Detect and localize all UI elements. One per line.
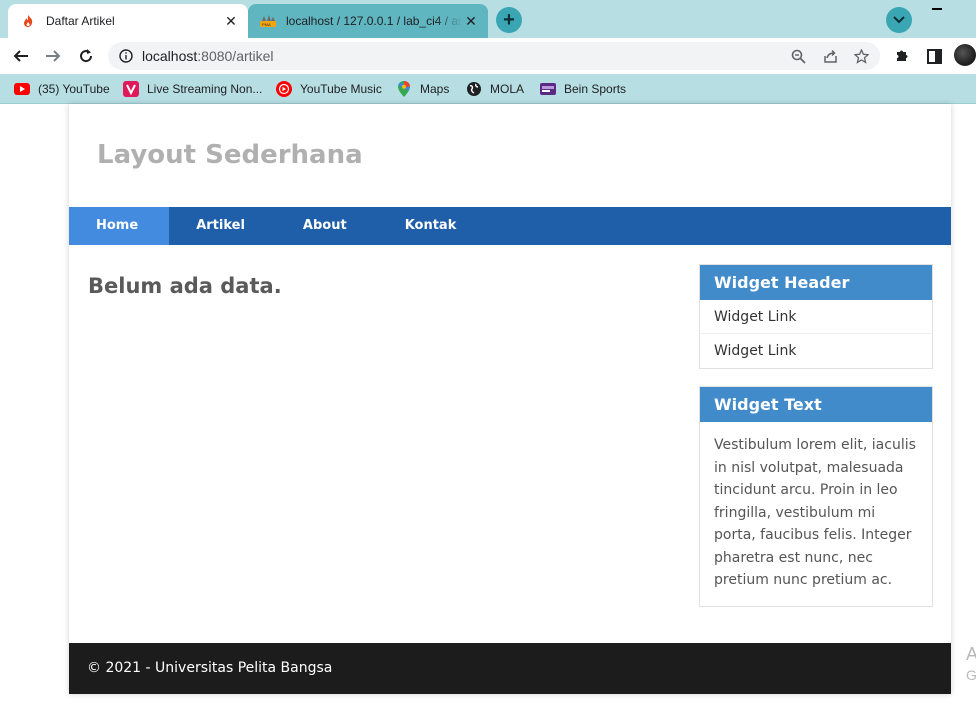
site-footer: © 2021 - Universitas Pelita Bangsa bbox=[69, 643, 951, 694]
profile-avatar[interactable] bbox=[954, 44, 976, 66]
widget-link[interactable]: Widget Link bbox=[700, 300, 932, 334]
page-viewport: Layout Sederhana Home Artikel About Kont… bbox=[0, 104, 976, 703]
forward-button[interactable] bbox=[40, 43, 66, 69]
url-path: :8080/artikel bbox=[197, 48, 274, 64]
codeigniter-flame-icon bbox=[20, 13, 36, 29]
back-button[interactable] bbox=[8, 43, 34, 69]
browser-toolbar: localhost:8080/artikel bbox=[0, 38, 976, 74]
url-host: localhost bbox=[142, 48, 198, 64]
bookmark-youtube-music[interactable]: YouTube Music bbox=[276, 79, 382, 99]
text-widget: Widget Text Vestibulum lorem elit, iacul… bbox=[699, 386, 933, 607]
vidio-icon bbox=[123, 81, 139, 97]
tab-phpmyadmin[interactable]: PMA localhost / 127.0.0.1 / lab_ci4 / ar… bbox=[248, 4, 488, 38]
bookmark-label: MOLA bbox=[490, 82, 525, 96]
side-panel-icon[interactable] bbox=[925, 47, 943, 65]
bookmark-label: (35) YouTube bbox=[38, 82, 110, 96]
reload-button[interactable] bbox=[73, 43, 99, 69]
nav-about-link[interactable]: About bbox=[276, 207, 378, 245]
links-widget: Widget Header Widget Link Widget Link bbox=[699, 264, 933, 369]
arrow-right-icon bbox=[46, 50, 61, 62]
close-tab-icon[interactable]: ✕ bbox=[462, 12, 480, 30]
site-title: Layout Sederhana bbox=[97, 140, 363, 170]
bookmark-youtube[interactable]: (35) YouTube bbox=[14, 79, 110, 99]
bookmarks-bar: (35) YouTube Live Streaming Non... YouTu… bbox=[0, 74, 976, 104]
globe-icon bbox=[466, 81, 482, 97]
chevron-down-icon bbox=[893, 16, 905, 24]
address-url: localhost:8080/artikel bbox=[142, 48, 274, 64]
nav-artikel-link[interactable]: Artikel bbox=[169, 207, 276, 245]
bookmark-live-streaming[interactable]: Live Streaming Non... bbox=[123, 79, 262, 99]
bookmark-label: Maps bbox=[420, 82, 450, 96]
tab-strip: Daftar Artikel ✕ PMA localhost / 127.0.0… bbox=[0, 0, 976, 38]
site-header: Layout Sederhana bbox=[69, 104, 951, 207]
widget-link[interactable]: Widget Link bbox=[700, 334, 932, 368]
bein-sports-icon bbox=[540, 81, 556, 97]
tab-search-button[interactable] bbox=[886, 7, 912, 33]
bookmark-maps[interactable]: Maps bbox=[396, 79, 449, 99]
bookmark-mola[interactable]: MOLA bbox=[466, 79, 524, 99]
page-container: Layout Sederhana Home Artikel About Kont… bbox=[69, 104, 951, 694]
activate-windows-watermark: A G bbox=[966, 644, 976, 683]
bookmark-label: YouTube Music bbox=[300, 82, 382, 96]
bookmark-star-icon[interactable] bbox=[853, 48, 869, 64]
main-nav: Home Artikel About Kontak bbox=[69, 207, 951, 245]
address-bar[interactable]: localhost:8080/artikel bbox=[108, 42, 880, 70]
empty-data-message: Belum ada data. bbox=[88, 274, 282, 298]
tab-title: Daftar Artikel bbox=[46, 14, 115, 28]
phpmyadmin-icon: PMA bbox=[260, 13, 276, 29]
widget-header: Widget Header bbox=[700, 265, 932, 300]
youtube-music-icon bbox=[276, 81, 292, 97]
tab-daftar-artikel[interactable]: Daftar Artikel ✕ bbox=[8, 4, 248, 38]
bookmark-label: Live Streaming Non... bbox=[147, 82, 263, 96]
site-info-icon[interactable] bbox=[118, 48, 134, 64]
svg-text:PMA: PMA bbox=[262, 22, 271, 27]
nav-kontak-link[interactable]: Kontak bbox=[378, 207, 488, 245]
tab-title: localhost / 127.0.0.1 / lab_ci4 / artike… bbox=[286, 14, 462, 28]
bookmark-bein-sports[interactable]: Bein Sports bbox=[540, 79, 626, 99]
minimize-window-button[interactable] bbox=[927, 2, 947, 16]
bookmark-label: Bein Sports bbox=[564, 82, 627, 96]
arrow-left-icon bbox=[13, 50, 28, 62]
maps-pin-icon bbox=[396, 81, 412, 97]
share-icon[interactable] bbox=[822, 48, 838, 64]
watermark-line: G bbox=[966, 667, 976, 683]
widget-text-body: Vestibulum lorem elit, iaculis in nisl v… bbox=[714, 437, 916, 588]
watermark-line: A bbox=[966, 644, 976, 664]
zoom-icon[interactable] bbox=[790, 48, 806, 64]
new-tab-button[interactable]: + bbox=[496, 7, 522, 33]
nav-home-link[interactable]: Home bbox=[69, 207, 170, 245]
minimize-icon bbox=[932, 8, 942, 10]
youtube-icon bbox=[14, 81, 30, 97]
close-tab-icon[interactable]: ✕ bbox=[222, 12, 240, 30]
reload-icon bbox=[80, 49, 93, 63]
widget-header: Widget Text bbox=[700, 387, 932, 422]
extensions-puzzle-icon[interactable] bbox=[893, 47, 911, 65]
